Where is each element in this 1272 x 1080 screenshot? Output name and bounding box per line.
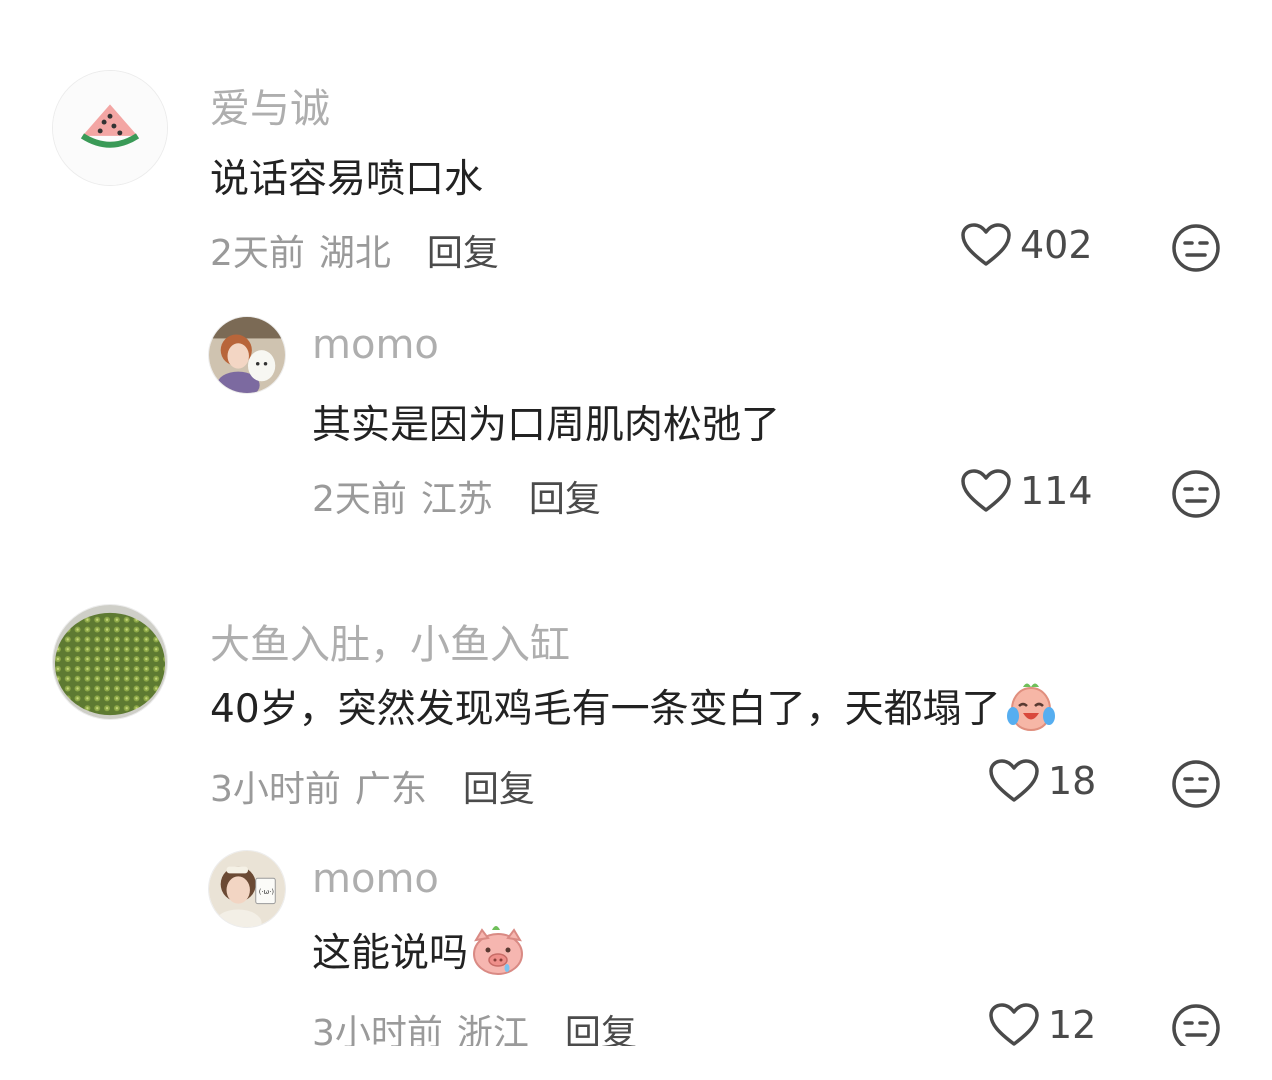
bottom-edge bbox=[0, 1046, 1272, 1080]
dislike-button[interactable] bbox=[1170, 222, 1222, 274]
comment-meta: 3小时前 广东 回复 bbox=[210, 760, 535, 812]
like-count: 114 bbox=[1020, 469, 1093, 513]
comment-meta: 2天前 江苏 回复 bbox=[312, 470, 601, 522]
neutral-face-icon bbox=[1172, 760, 1220, 808]
comment-text: 40岁，突然发现鸡毛有一条变白了，天都塌了 bbox=[210, 678, 1059, 734]
location: 湖北 bbox=[318, 233, 391, 274]
durian-icon bbox=[53, 605, 167, 719]
reply-button[interactable]: 回复 bbox=[463, 760, 535, 812]
location: 广东 bbox=[354, 769, 427, 810]
person-with-plush-icon bbox=[209, 317, 285, 393]
heart-icon bbox=[989, 759, 1039, 802]
username[interactable]: momo bbox=[312, 856, 439, 902]
like-button[interactable]: 114 bbox=[960, 468, 1093, 514]
like-button[interactable]: 402 bbox=[960, 222, 1093, 268]
like-button[interactable]: 18 bbox=[988, 758, 1096, 804]
heart-icon bbox=[961, 223, 1011, 266]
svg-text:(·ω·): (·ω·) bbox=[259, 888, 275, 896]
like-count: 402 bbox=[1020, 223, 1093, 267]
neutral-face-icon bbox=[1172, 470, 1220, 518]
momo-avatar[interactable] bbox=[208, 316, 286, 394]
durian-avatar[interactable] bbox=[52, 604, 168, 720]
heart-icon bbox=[961, 469, 1011, 512]
pig-face-icon bbox=[470, 922, 526, 978]
username[interactable]: 爱与诚 bbox=[210, 76, 330, 134]
momo-avatar[interactable]: (·ω·) bbox=[208, 850, 286, 928]
location: 江苏 bbox=[420, 479, 493, 520]
dislike-button[interactable] bbox=[1170, 758, 1222, 810]
like-count: 12 bbox=[1048, 1003, 1097, 1047]
comment-text-content: 40岁，突然发现鸡毛有一条变白了，天都塌了 bbox=[210, 687, 1001, 732]
watermelon-icon bbox=[53, 71, 167, 185]
timestamp: 2天前 bbox=[210, 233, 305, 274]
heart-icon bbox=[989, 1003, 1039, 1046]
comment-text-content: 这能说吗 bbox=[312, 931, 469, 976]
dislike-button[interactable] bbox=[1170, 468, 1222, 520]
reply-button[interactable]: 回复 bbox=[427, 224, 499, 276]
like-button[interactable]: 12 bbox=[988, 1002, 1096, 1048]
like-count: 18 bbox=[1048, 759, 1097, 803]
reply-button[interactable]: 回复 bbox=[529, 470, 601, 522]
person-selfie-icon: (·ω·) bbox=[209, 851, 285, 927]
neutral-face-icon bbox=[1172, 224, 1220, 272]
username[interactable]: momo bbox=[312, 322, 439, 368]
crying-laughing-face-icon bbox=[1003, 678, 1059, 734]
comment-text: 其实是因为口周肌肉松弛了 bbox=[312, 403, 781, 448]
watermelon-avatar[interactable] bbox=[52, 70, 168, 186]
timestamp: 3小时前 bbox=[210, 769, 341, 810]
comment-text: 这能说吗 bbox=[312, 922, 526, 978]
comment-text: 说话容易喷口水 bbox=[210, 157, 484, 202]
timestamp: 2天前 bbox=[312, 479, 407, 520]
username[interactable]: 大鱼入肚，小鱼入缸 bbox=[210, 612, 570, 670]
comment-meta: 2天前 湖北 回复 bbox=[210, 224, 499, 276]
